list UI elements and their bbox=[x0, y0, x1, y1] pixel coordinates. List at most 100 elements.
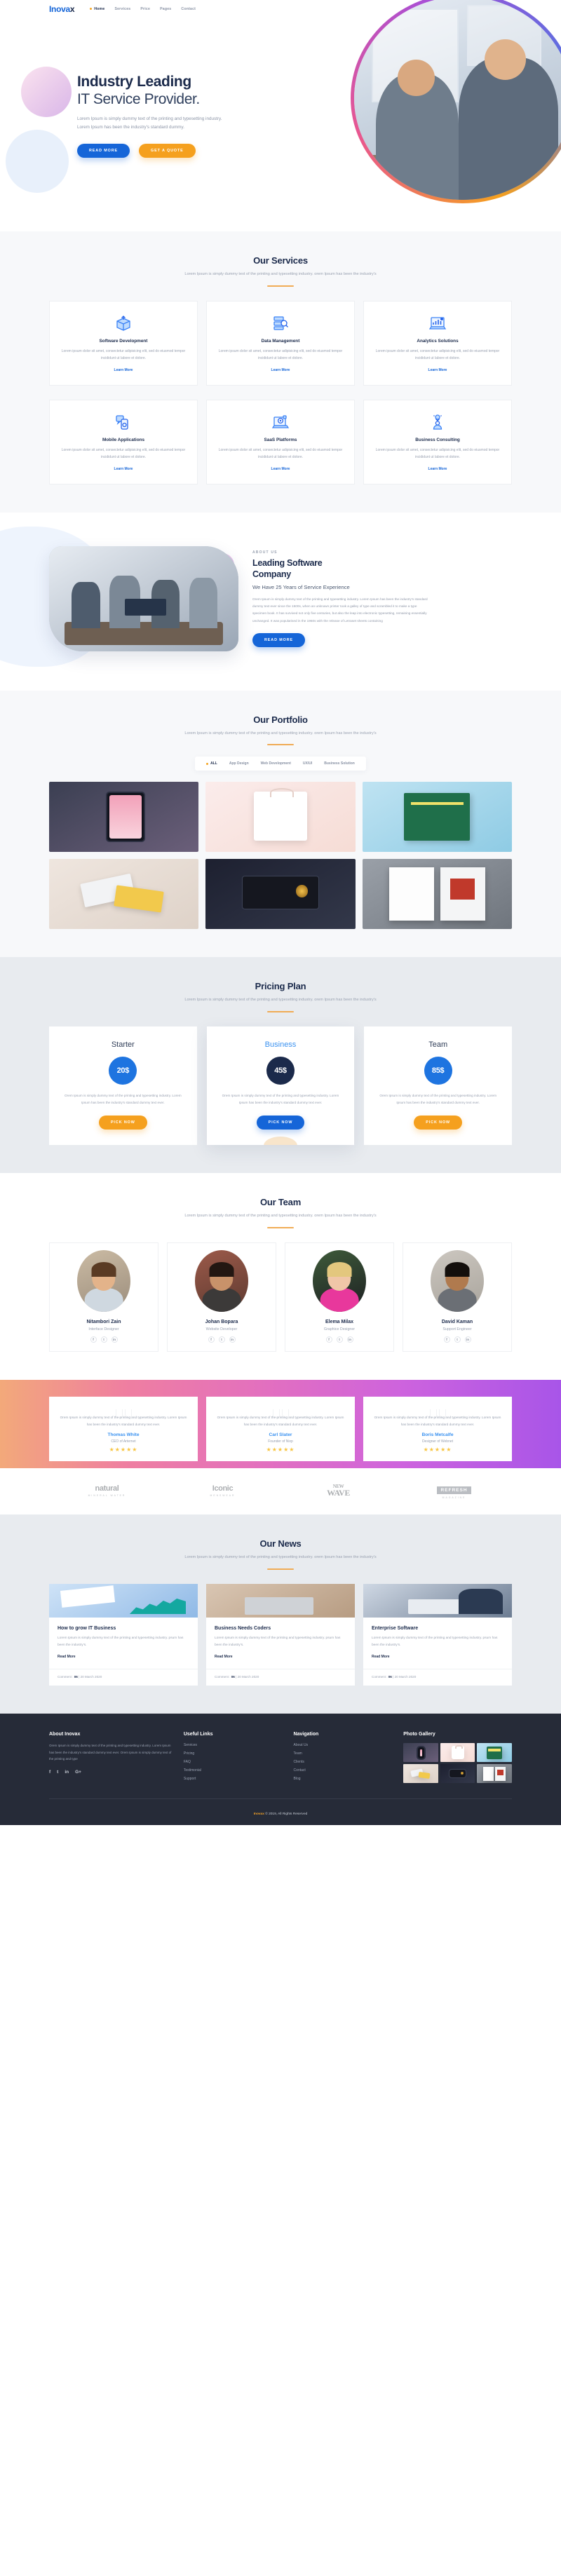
site-logo[interactable]: Inovax bbox=[49, 4, 75, 14]
service-card[interactable]: Business Consulting Lorem ipsum dolor si… bbox=[363, 399, 512, 484]
news-card[interactable]: How to grow IT Business Lorem Ipsum is s… bbox=[49, 1584, 198, 1686]
pick-now-button[interactable]: PICK NOW bbox=[98, 1115, 147, 1130]
nav-item-home[interactable]: Home bbox=[90, 7, 104, 11]
nav-item-contact[interactable]: Contact bbox=[181, 7, 196, 11]
portfolio-item-box-packaging-mockup[interactable] bbox=[49, 859, 199, 930]
about-paragraph: Orem Ipsum is simply dummy text of the p… bbox=[252, 597, 428, 623]
footer-link-blog[interactable]: Blog bbox=[294, 1777, 393, 1781]
filter-app-design[interactable]: App Design bbox=[229, 761, 249, 766]
filter-all[interactable]: ALL bbox=[206, 761, 217, 766]
footer-link-contact[interactable]: Contact bbox=[294, 1768, 393, 1772]
linkedin-icon[interactable]: in bbox=[65, 1770, 69, 1775]
portfolio-grid bbox=[49, 782, 512, 930]
twitter-icon[interactable]: t bbox=[454, 1336, 461, 1343]
footer-photo-gallery bbox=[403, 1743, 512, 1784]
twitter-icon[interactable]: t bbox=[218, 1336, 225, 1343]
comment-count: 06 bbox=[388, 1675, 392, 1679]
section-divider bbox=[267, 1568, 294, 1571]
portfolio-item-device-dark-mockup[interactable] bbox=[205, 859, 356, 930]
laptop-gear-icon bbox=[216, 412, 345, 432]
news-section: Our News Lorem Ipsum is simply dummy tex… bbox=[0, 1514, 561, 1714]
plan-name: Starter bbox=[111, 1040, 135, 1050]
footer-about-title: About Inovax bbox=[49, 1732, 81, 1737]
footer-link-about-us[interactable]: About Us bbox=[294, 1743, 393, 1747]
footer-link-clients[interactable]: Clients bbox=[294, 1760, 393, 1764]
filter-business-solution[interactable]: Business Solution bbox=[324, 761, 355, 766]
facebook-icon[interactable]: f bbox=[443, 1336, 450, 1343]
gallery-thumb-box[interactable] bbox=[403, 1764, 438, 1784]
nav-item-services[interactable]: Services bbox=[114, 7, 130, 11]
about-eyebrow: ABOUT US bbox=[252, 550, 278, 555]
quote-icon bbox=[59, 1409, 188, 1418]
gallery-thumb-phone[interactable] bbox=[403, 1743, 438, 1763]
twitter-icon[interactable]: t bbox=[100, 1336, 107, 1343]
portfolio-item-magazine-mockup[interactable] bbox=[362, 859, 512, 930]
service-card[interactable]: Data Management Lorem ipsum dolor sit am… bbox=[206, 300, 355, 386]
plan-desc: Orem Ipsum is simply dummy text of the p… bbox=[65, 1094, 182, 1105]
facebook-icon[interactable]: f bbox=[325, 1336, 332, 1343]
read-more-button[interactable]: READ MORE bbox=[77, 144, 130, 158]
learn-more-link[interactable]: Learn More bbox=[114, 368, 133, 372]
learn-more-link[interactable]: Learn More bbox=[271, 368, 290, 372]
service-card[interactable]: Mobile Applications Lorem ipsum dolor si… bbox=[49, 399, 198, 484]
twitter-icon[interactable]: t bbox=[57, 1770, 58, 1775]
gallery-thumb-book[interactable] bbox=[477, 1743, 512, 1763]
portfolio-item-book-cover-mockup[interactable] bbox=[362, 782, 512, 853]
team-member-name: Elema Milax bbox=[325, 1319, 354, 1324]
nav-item-pages[interactable]: Pages bbox=[160, 7, 171, 11]
service-card[interactable]: Software Development Lorem ipsum dolor s… bbox=[49, 300, 198, 386]
linkedin-icon[interactable]: in bbox=[229, 1336, 236, 1343]
get-a-quote-button[interactable]: GET A QUOTE bbox=[139, 144, 196, 158]
news-read-more-link[interactable]: Read More bbox=[215, 1655, 233, 1659]
about-read-more-button[interactable]: READ MORE bbox=[252, 632, 306, 647]
team-card: Elema Milax Graphice Designer f t in bbox=[285, 1242, 394, 1352]
brand-name: Iconic bbox=[212, 1484, 234, 1493]
news-read-more-link[interactable]: Read More bbox=[372, 1655, 390, 1659]
twitter-icon[interactable]: t bbox=[336, 1336, 343, 1343]
news-read-more-link[interactable]: Read More bbox=[58, 1655, 76, 1659]
footer-navigation-list: About Us Team Clients Contact Blog bbox=[294, 1743, 393, 1781]
filter-web-development[interactable]: Web Development bbox=[261, 761, 291, 766]
learn-more-link[interactable]: Learn More bbox=[428, 368, 447, 372]
pick-now-button[interactable]: PICK NOW bbox=[256, 1115, 305, 1130]
news-card[interactable]: Business Needs Coders Lorem Ipsum is sim… bbox=[206, 1584, 355, 1686]
service-title: SaaS Platforms bbox=[264, 437, 297, 442]
logo-text-main: Inova bbox=[49, 4, 70, 14]
filter-ux-ui[interactable]: UX/UI bbox=[303, 761, 312, 766]
facebook-icon[interactable]: f bbox=[49, 1770, 50, 1775]
footer-link-team[interactable]: Team bbox=[294, 1751, 393, 1756]
service-card[interactable]: SaaS Platforms Lorem ipsum dolor sit ame… bbox=[206, 399, 355, 484]
brand-logo-natural: natural MINERAL WATER bbox=[88, 1484, 126, 1497]
service-desc: Lorem ipsum dolor sit amet, consectetur … bbox=[375, 348, 500, 360]
footer-useful-list: Services Pricing FAQ Testimonial Support bbox=[184, 1743, 283, 1781]
footer-link-pricing[interactable]: Pricing bbox=[184, 1751, 283, 1756]
footer-link-services[interactable]: Services bbox=[184, 1743, 283, 1747]
learn-more-link[interactable]: Learn More bbox=[428, 467, 447, 471]
gallery-thumb-magazine[interactable] bbox=[477, 1764, 512, 1784]
pick-now-button[interactable]: PICK NOW bbox=[414, 1115, 463, 1130]
footer-link-testimonial[interactable]: Testimonial bbox=[184, 1768, 283, 1772]
service-card[interactable]: Analytics Solutions Lorem ipsum dolor si… bbox=[363, 300, 512, 386]
pricing-grid: Starter 20$ Orem Ipsum is simply dummy t… bbox=[49, 1026, 512, 1145]
brand-logos-section: natural MINERAL WATER Iconic MENSWEAR NE… bbox=[0, 1468, 561, 1515]
learn-more-link[interactable]: Learn More bbox=[114, 467, 133, 471]
facebook-icon[interactable]: f bbox=[90, 1336, 97, 1343]
gallery-thumb-paper-bag[interactable] bbox=[440, 1743, 475, 1763]
nav-item-price[interactable]: Price bbox=[140, 7, 150, 11]
linkedin-icon[interactable]: in bbox=[111, 1336, 118, 1343]
news-card[interactable]: Enterprise Software Lorem Ipsum is simpl… bbox=[363, 1584, 512, 1686]
linkedin-icon[interactable]: in bbox=[346, 1336, 353, 1343]
learn-more-link[interactable]: Learn More bbox=[271, 467, 290, 471]
linkedin-icon[interactable]: in bbox=[464, 1336, 471, 1343]
google-plus-icon[interactable]: G+ bbox=[75, 1770, 81, 1775]
footer-link-support[interactable]: Support bbox=[184, 1777, 283, 1781]
news-subtitle: Lorem Ipsum is simply dummy text of the … bbox=[184, 1555, 377, 1560]
page-root: Inovax Home Services Price Pages Contact bbox=[0, 0, 561, 1826]
facebook-icon[interactable]: f bbox=[208, 1336, 215, 1343]
portfolio-item-phone-mockup[interactable] bbox=[49, 782, 199, 853]
footer-link-faq[interactable]: FAQ bbox=[184, 1760, 283, 1764]
gallery-thumb-device[interactable] bbox=[440, 1764, 475, 1784]
brand-tagline: MAGAZINE bbox=[442, 1496, 466, 1500]
portfolio-item-paper-bag-mockup[interactable] bbox=[205, 782, 356, 853]
about-title-line1: Leading Software bbox=[252, 557, 323, 568]
